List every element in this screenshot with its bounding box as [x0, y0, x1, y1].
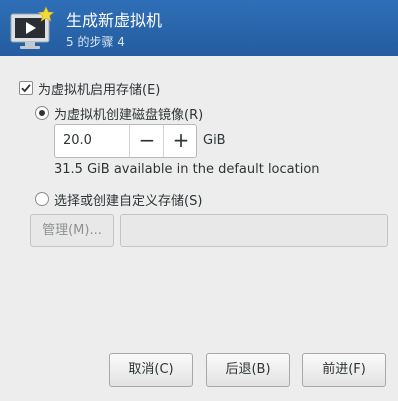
create-disk-image-label[interactable]: 为虚拟机创建磁盘镜像(R) — [54, 104, 203, 123]
wizard-header: 生成新虚拟机 5 的步骤 4 — [0, 0, 398, 56]
enable-storage-checkbox[interactable] — [19, 81, 33, 95]
radio-selected-dot — [39, 110, 45, 116]
back-button[interactable]: 后退(B) — [206, 353, 290, 387]
custom-storage-radio[interactable] — [35, 192, 49, 206]
cancel-button[interactable]: 取消(C) — [109, 353, 193, 387]
manage-button[interactable]: 管理(M)... — [30, 214, 114, 247]
disk-size-value[interactable]: 20.0 — [63, 133, 92, 148]
decrement-button[interactable]: − — [129, 125, 164, 157]
new-vm-monitor-icon — [9, 6, 55, 52]
checkmark-icon — [21, 84, 31, 93]
available-space-note: 31.5 GiB available in the default locati… — [54, 162, 320, 177]
wizard-title: 生成新虚拟机 — [66, 11, 163, 30]
enable-storage-label[interactable]: 为虚拟机启用存储(E) — [38, 79, 160, 98]
forward-button[interactable]: 前进(F) — [302, 353, 386, 387]
disk-size-unit: GiB — [203, 133, 226, 148]
wizard-step-indicator: 5 的步骤 4 — [66, 35, 125, 49]
custom-storage-label[interactable]: 选择或创建自定义存储(S) — [54, 190, 202, 209]
disk-size-spinbutton[interactable]: 20.0 − + — [54, 124, 197, 158]
create-disk-image-radio[interactable] — [35, 106, 49, 120]
custom-storage-path-field[interactable] — [120, 214, 388, 247]
increment-button[interactable]: + — [163, 125, 198, 157]
